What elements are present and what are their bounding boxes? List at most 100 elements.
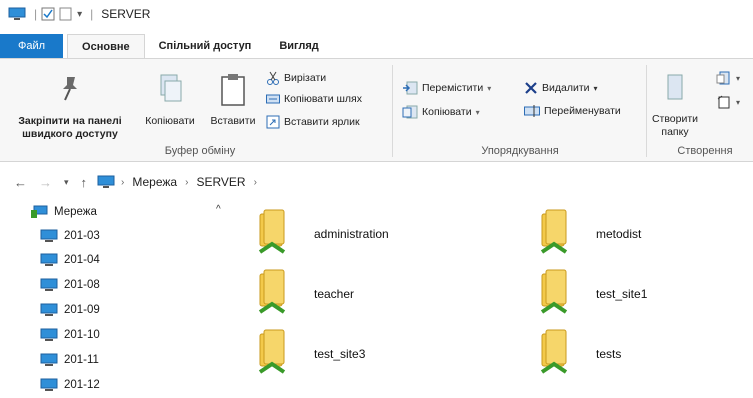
shared-folder-item[interactable]: test_site3 — [256, 328, 365, 380]
shared-folder-item[interactable]: tests — [538, 328, 621, 380]
nav-item-computer[interactable]: 201-03 — [40, 226, 100, 246]
tab-share[interactable]: Спільний доступ — [145, 34, 266, 58]
recent-locations-icon[interactable]: ▾ — [64, 177, 69, 188]
folder-name: tests — [596, 347, 622, 361]
computer-icon — [40, 278, 58, 292]
pin-quick-access-button[interactable]: Закріпити на панелі швидкого доступу — [4, 73, 136, 141]
ribbon-divider — [646, 65, 647, 157]
easy-access-icon — [716, 95, 732, 109]
delete-button[interactable]: Видалити ▾ — [524, 81, 598, 95]
dropdown-arrow-icon: ▾ — [736, 97, 741, 107]
dropdown-arrow-icon: ▾ — [487, 83, 492, 93]
computer-icon — [40, 378, 58, 392]
clipboard-group-label: Буфер обміну — [164, 145, 236, 157]
nav-item-network[interactable]: Мережа — [30, 202, 97, 222]
folder-name: test_site1 — [596, 287, 648, 301]
move-to-icon — [402, 81, 418, 95]
ribbon-divider — [392, 65, 393, 157]
move-to-label: Перемістити — [422, 82, 484, 94]
separator: | — [34, 7, 38, 21]
breadcrumb-separator: › — [185, 176, 189, 188]
shared-folder-icon — [538, 328, 580, 381]
shared-folder-icon — [256, 268, 298, 321]
rename-button[interactable]: Перейменувати — [524, 105, 621, 117]
customize-toolbar-icon[interactable]: ▾ — [77, 9, 82, 20]
nav-item-computer[interactable]: 201-12 — [40, 375, 100, 395]
delete-label: Видалити — [542, 82, 590, 94]
nav-item-computer[interactable]: 201-08 — [40, 275, 100, 295]
move-to-button[interactable]: Перемістити ▾ — [402, 81, 491, 95]
copy-to-label: Копіювати — [422, 106, 472, 118]
new-item-button[interactable]: ▾ — [716, 71, 740, 85]
cut-label: Вирізати — [284, 72, 327, 84]
tab-view[interactable]: Вигляд — [265, 34, 332, 58]
shared-folder-icon — [256, 328, 298, 381]
shared-folder-item[interactable]: test_site1 — [538, 268, 647, 320]
easy-access-button[interactable]: ▾ — [716, 95, 740, 109]
pin-icon — [55, 73, 85, 107]
pin-label-2: швидкого доступу — [22, 128, 118, 140]
window-title: SERVER — [101, 7, 151, 21]
copy-label: Копіювати — [145, 115, 195, 127]
nav-item-label: Мережа — [54, 206, 97, 218]
shared-folder-icon — [538, 268, 580, 321]
paste-label: Вставити — [210, 115, 256, 127]
nav-item-label: 201-03 — [64, 230, 100, 242]
nav-item-label: 201-10 — [64, 329, 100, 341]
shared-folder-item[interactable]: administration — [256, 208, 389, 260]
nav-item-computer[interactable]: 201-10 — [40, 325, 100, 345]
navigation-pane: Мережа ^ 201-03 201-04 201-08 201-09 201… — [0, 198, 240, 398]
computer-icon — [40, 353, 58, 367]
dropdown-arrow-icon: ▾ — [593, 83, 598, 93]
breadcrumb-server[interactable]: SERVER — [196, 175, 245, 189]
new-item-icon — [716, 71, 732, 85]
new-folder-quick-icon[interactable] — [59, 7, 73, 21]
delete-icon — [524, 81, 538, 95]
paste-button[interactable]: Вставити — [204, 73, 262, 128]
computer-icon — [40, 303, 58, 317]
nav-item-label: 201-04 — [64, 254, 100, 266]
new-folder-icon — [664, 73, 686, 107]
network-icon — [30, 205, 48, 219]
shared-folder-item[interactable]: teacher — [256, 268, 354, 320]
ribbon: Закріпити на панелі швидкого доступу Коп… — [0, 58, 753, 162]
tab-home[interactable]: Основне — [67, 34, 145, 58]
rename-label: Перейменувати — [544, 105, 621, 117]
new-group-label: Створення — [677, 145, 733, 157]
nav-item-computer[interactable]: 201-09 — [40, 300, 100, 320]
collapse-arrow-icon[interactable]: ^ — [216, 204, 221, 215]
back-arrow-icon[interactable]: ← — [14, 175, 27, 190]
breadcrumb-network[interactable]: Мережа — [132, 175, 177, 189]
copy-to-icon — [402, 105, 418, 119]
copy-to-button[interactable]: Копіювати ▾ — [402, 105, 480, 119]
new-folder-button[interactable]: Створити папку — [650, 73, 700, 139]
copy-path-label: Копіювати шлях — [284, 93, 362, 105]
up-arrow-icon[interactable]: ↑ — [81, 175, 88, 190]
computer-icon — [40, 328, 58, 342]
separator: | — [90, 7, 94, 21]
properties-icon[interactable] — [41, 7, 55, 21]
nav-item-computer[interactable]: 201-11 — [40, 350, 99, 370]
paste-shortcut-label: Вставити ярлик — [284, 116, 360, 128]
nav-item-computer[interactable]: 201-04 — [40, 250, 100, 270]
shared-folder-icon — [256, 208, 298, 261]
rename-icon — [524, 105, 540, 117]
nav-item-label: 201-12 — [64, 379, 100, 391]
copy-path-icon — [266, 93, 280, 105]
title-bar: | ▾ | SERVER — [0, 0, 753, 28]
tab-file[interactable]: Файл — [0, 34, 64, 58]
nav-item-label: 201-08 — [64, 279, 100, 291]
copy-button[interactable]: Копіювати — [137, 73, 203, 128]
organize-group-label: Упорядкування — [481, 145, 559, 157]
nav-item-label: 201-11 — [64, 354, 99, 366]
breadcrumb-separator[interactable]: › — [254, 177, 257, 188]
copy-path-button[interactable]: Копіювати шлях — [266, 93, 362, 105]
cut-button[interactable]: Вирізати — [266, 71, 326, 85]
paste-icon — [218, 73, 248, 111]
scissors-icon — [266, 71, 280, 85]
forward-arrow-icon[interactable]: → — [39, 175, 52, 190]
paste-shortcut-button[interactable]: Вставити ярлик — [266, 115, 360, 129]
shared-folder-item[interactable]: metodist — [538, 208, 641, 260]
nav-item-label: 201-09 — [64, 304, 100, 316]
shared-folder-icon — [538, 208, 580, 261]
